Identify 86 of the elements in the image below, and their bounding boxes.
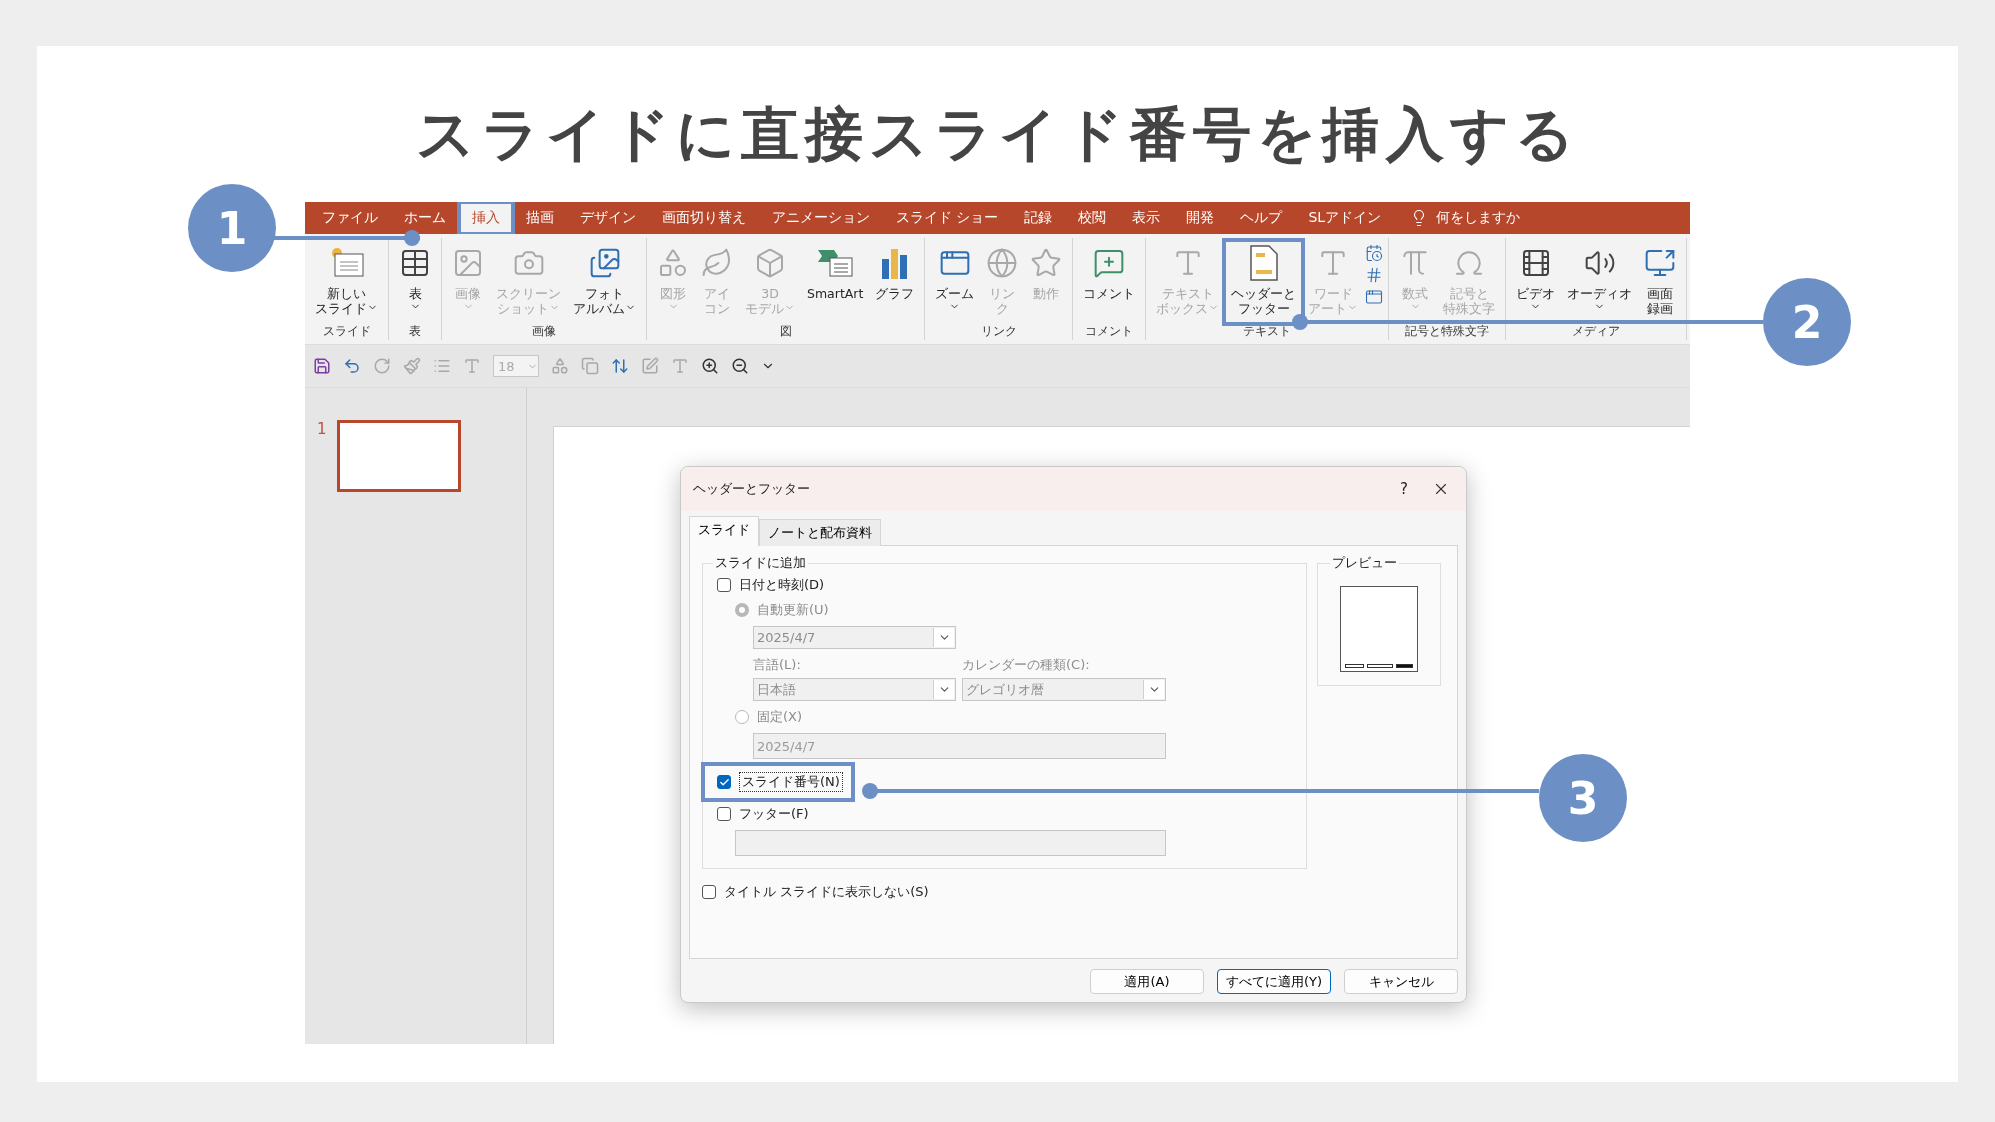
checkbox-label: フッター(F) bbox=[739, 805, 809, 823]
group-label: スライド bbox=[321, 323, 372, 340]
page-title: スライドに直接スライド番号を挿入する bbox=[415, 99, 1580, 170]
globe-icon bbox=[986, 247, 1019, 279]
screen-record-icon bbox=[1644, 247, 1677, 279]
object-icon[interactable] bbox=[1365, 288, 1384, 306]
spacing-icon[interactable] bbox=[611, 357, 629, 375]
zoom-in-icon[interactable] bbox=[701, 357, 719, 375]
shapes-icon bbox=[657, 247, 689, 279]
ribbon-tab[interactable]: ファイル bbox=[309, 202, 391, 234]
star-icon bbox=[1030, 247, 1063, 279]
ribbon-button[interactable]: 表 bbox=[394, 242, 436, 322]
calendar-dropdown[interactable]: グレゴリオ暦 bbox=[962, 678, 1166, 701]
help-button[interactable]: ? bbox=[1386, 480, 1422, 498]
zoom-out-icon[interactable] bbox=[731, 357, 749, 375]
date-time-icon[interactable] bbox=[1365, 244, 1384, 262]
save-icon[interactable] bbox=[313, 357, 331, 375]
dialog-button[interactable]: 適用(A) bbox=[1090, 969, 1204, 994]
checkbox-label: スライド番号(N) bbox=[739, 772, 843, 792]
group-label: 記号と特殊文字 bbox=[1404, 323, 1491, 340]
ribbon-tab[interactable]: デザイン bbox=[567, 202, 649, 234]
font-color-icon[interactable] bbox=[463, 357, 481, 375]
group-label: 画像 bbox=[531, 323, 557, 340]
group-label: 図 bbox=[778, 323, 793, 340]
check-icon bbox=[718, 776, 730, 788]
slide-number-icon[interactable] bbox=[1365, 266, 1384, 284]
ribbon-button[interactable]: SmartArt bbox=[802, 242, 869, 322]
group-label: プレビュー bbox=[1331, 554, 1398, 572]
ribbon-tab[interactable]: 描画 bbox=[513, 202, 567, 234]
ribbon-button[interactable]: 新しい スライド bbox=[310, 242, 383, 322]
ribbon-button[interactable]: ビデオ bbox=[1511, 242, 1561, 322]
ribbon-button[interactable]: 画面 録画 bbox=[1639, 242, 1682, 322]
ribbon-tab[interactable]: アニメーション bbox=[759, 202, 883, 234]
ribbon-tab[interactable]: ヘルプ bbox=[1227, 202, 1296, 234]
checkbox-label: 日付と時刻(D) bbox=[739, 576, 825, 594]
date-dropdown[interactable]: 2025/4/7 bbox=[753, 626, 956, 649]
group-label: スライドに追加 bbox=[714, 554, 807, 572]
dialog-button[interactable]: キャンセル bbox=[1344, 969, 1458, 994]
checkbox[interactable] bbox=[717, 775, 731, 789]
slide-thumbnail[interactable] bbox=[336, 420, 461, 492]
checkbox[interactable] bbox=[702, 885, 716, 899]
leaf-icon bbox=[701, 247, 733, 279]
ribbon-tab[interactable]: 表示 bbox=[1119, 202, 1174, 234]
dialog-button[interactable]: すべてに適用(Y) bbox=[1217, 969, 1331, 994]
document-icon bbox=[1248, 245, 1279, 281]
ribbon-button[interactable]: コメント bbox=[1078, 242, 1141, 322]
bar-chart-icon bbox=[879, 247, 910, 279]
ribbon-tab[interactable]: スライド ショー bbox=[883, 202, 1012, 234]
group-label: コメント bbox=[1084, 323, 1135, 340]
photo-album-icon bbox=[588, 247, 621, 279]
ribbon-tab[interactable]: 画面切り替え bbox=[649, 202, 759, 234]
image-icon bbox=[452, 247, 484, 279]
ribbon-button[interactable]: グラフ bbox=[870, 242, 920, 322]
group-label: テキスト bbox=[1242, 323, 1293, 340]
field-label: 言語(L): bbox=[753, 656, 802, 674]
ribbon-tab[interactable]: 校閲 bbox=[1065, 202, 1120, 234]
field-label: カレンダーの種類(C): bbox=[962, 656, 1091, 674]
language-dropdown[interactable]: 日本語 bbox=[753, 678, 956, 701]
radio-button[interactable] bbox=[735, 710, 749, 724]
ribbon-tab[interactable]: 記録 bbox=[1011, 202, 1066, 234]
group-label: メディア bbox=[1571, 323, 1622, 340]
ribbon-button[interactable]: フォト アルバム bbox=[568, 242, 641, 322]
cube-icon bbox=[754, 247, 786, 279]
radio-label: 自動更新(U) bbox=[757, 601, 829, 619]
ribbon-tab[interactable]: 挿入 bbox=[459, 202, 513, 234]
ribbon-tab[interactable]: 開発 bbox=[1173, 202, 1228, 234]
slide-number: 1 bbox=[317, 420, 327, 438]
comment-icon bbox=[1093, 247, 1126, 279]
dialog-tab[interactable]: ノートと配布資料 bbox=[759, 519, 881, 546]
checkbox[interactable] bbox=[717, 578, 731, 592]
undo-icon[interactable] bbox=[343, 357, 361, 375]
table-icon bbox=[399, 247, 431, 279]
ribbon-button[interactable]: オーディオ bbox=[1562, 242, 1638, 322]
ribbon-tab[interactable]: ホーム bbox=[391, 202, 459, 234]
radio-label: 固定(X) bbox=[757, 708, 803, 726]
ribbon-button[interactable]: ズーム bbox=[930, 242, 980, 322]
radio-button[interactable] bbox=[735, 603, 749, 617]
footer-input-field[interactable] bbox=[735, 830, 1166, 856]
dialog-tab[interactable]: スライド bbox=[689, 516, 759, 546]
checkbox[interactable] bbox=[717, 807, 731, 821]
checkbox-label: タイトル スライドに表示しない(S) bbox=[724, 883, 929, 901]
group-label: リンク bbox=[979, 323, 1018, 340]
dialog-title: ヘッダーとフッター bbox=[693, 480, 811, 498]
search-prompt[interactable]: 何をしますか bbox=[1436, 209, 1521, 227]
ribbon-tab[interactable]: SLアドイン bbox=[1295, 202, 1395, 234]
group-label: 表 bbox=[408, 323, 422, 340]
